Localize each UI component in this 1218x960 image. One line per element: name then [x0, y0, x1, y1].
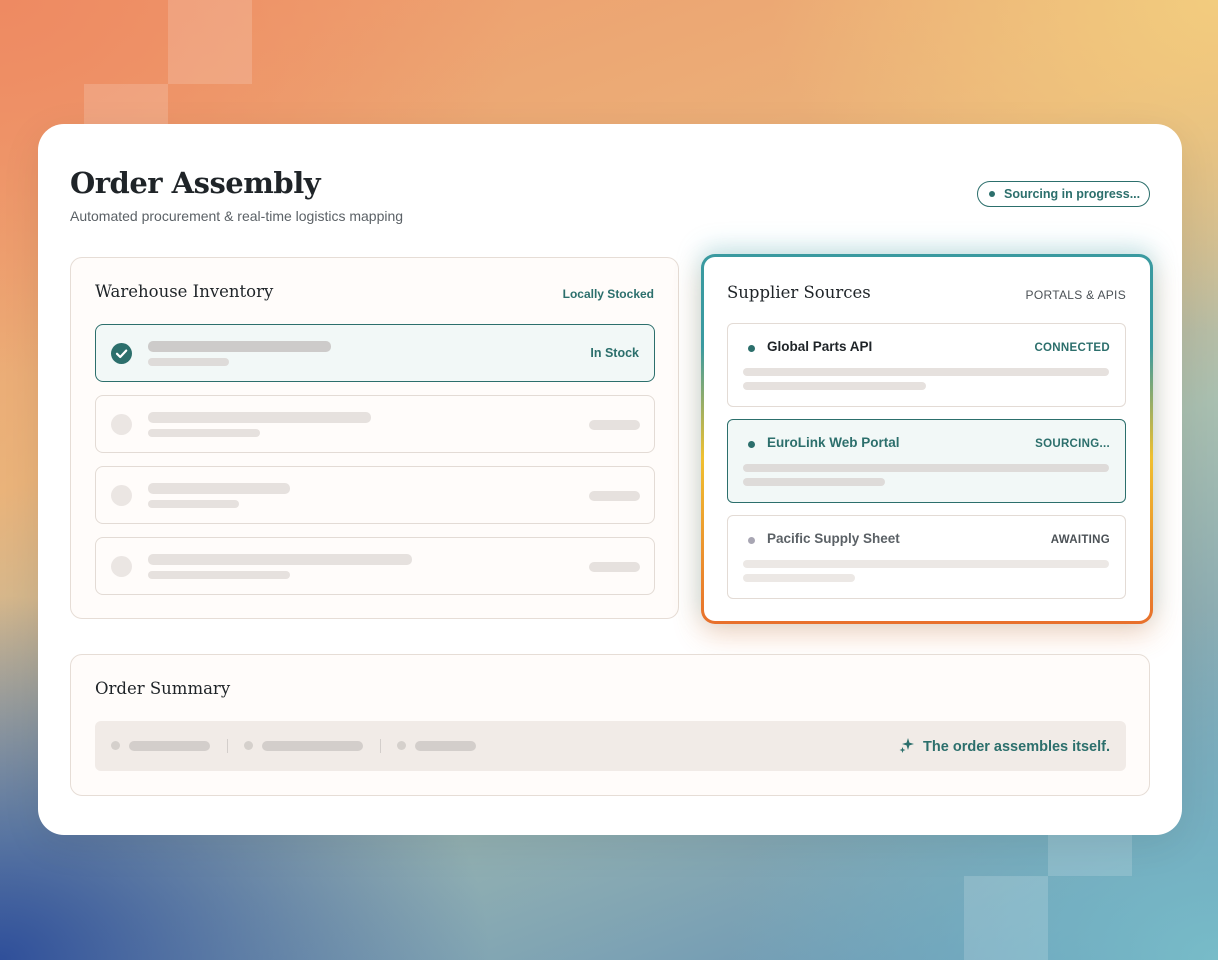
- supplier-detail-placeholder: [743, 368, 1109, 376]
- supplier-detail-placeholder: [743, 464, 1109, 472]
- background-tile: [84, 84, 168, 124]
- supplier-status: SOURCING...: [1035, 438, 1110, 450]
- check-icon: [111, 343, 132, 364]
- warehouse-inventory-panel: Warehouse Inventory Locally Stocked In S…: [70, 257, 679, 619]
- item-status-placeholder: [589, 420, 640, 430]
- order-summary-panel: Order Summary The order assembles itself…: [70, 654, 1150, 796]
- status-dot-icon: [748, 441, 755, 448]
- background-tile: [1048, 835, 1132, 876]
- inventory-item[interactable]: [95, 395, 655, 453]
- assembles-message: The order assembles itself.: [899, 737, 1110, 757]
- summary-divider: [380, 739, 381, 753]
- supplier-detail-placeholder: [743, 382, 926, 390]
- item-name-placeholder: [148, 412, 371, 423]
- item-detail-placeholder: [148, 500, 239, 508]
- supplier-status: AWAITING: [1050, 534, 1110, 546]
- warehouse-inventory-tag: Locally Stocked: [562, 287, 654, 301]
- background-tile: [964, 876, 1048, 960]
- sparkle-icon: [899, 737, 915, 757]
- assembles-message-text: The order assembles itself.: [923, 739, 1110, 755]
- item-detail-placeholder: [148, 358, 229, 366]
- supplier-name: Pacific Supply Sheet: [767, 531, 900, 546]
- order-summary-title: Order Summary: [95, 679, 231, 698]
- status-dot-icon: [748, 537, 755, 544]
- unchecked-icon: [111, 556, 132, 577]
- sourcing-status-label: Sourcing in progress...: [1004, 187, 1141, 201]
- summary-dot: [244, 741, 253, 750]
- page-subtitle: Automated procurement & real-time logist…: [70, 208, 404, 224]
- inventory-item[interactable]: In Stock: [95, 324, 655, 382]
- status-dot-icon: [748, 345, 755, 352]
- supplier-detail-placeholder: [743, 560, 1109, 568]
- in-stock-label: In Stock: [590, 346, 639, 360]
- sourcing-status-badge: Sourcing in progress...: [977, 181, 1150, 207]
- summary-placeholder: [129, 741, 210, 751]
- summary-dot: [397, 741, 406, 750]
- summary-divider: [227, 739, 228, 753]
- supplier-sources-title: Supplier Sources: [727, 283, 871, 302]
- item-name-placeholder: [148, 483, 290, 494]
- item-name-placeholder: [148, 554, 412, 565]
- supplier-name: EuroLink Web Portal: [767, 435, 900, 450]
- unchecked-icon: [111, 485, 132, 506]
- background-tile: [168, 0, 252, 84]
- status-dot-icon: [989, 191, 995, 197]
- supplier-sources-tag: PORTALS & APIS: [1025, 288, 1126, 302]
- supplier-item[interactable]: Global Parts API CONNECTED: [727, 323, 1126, 407]
- item-name-placeholder: [148, 341, 331, 352]
- warehouse-inventory-title: Warehouse Inventory: [95, 282, 274, 301]
- summary-placeholder: [262, 741, 363, 751]
- supplier-sources-panel: Supplier Sources PORTALS & APIS Global P…: [701, 254, 1153, 624]
- summary-placeholder: [415, 741, 476, 751]
- item-status-placeholder: [589, 491, 640, 501]
- supplier-item[interactable]: Pacific Supply Sheet AWAITING: [727, 515, 1126, 599]
- page-title: Order Assembly: [70, 166, 321, 200]
- summary-dot: [111, 741, 120, 750]
- inventory-item[interactable]: [95, 537, 655, 595]
- unchecked-icon: [111, 414, 132, 435]
- supplier-name: Global Parts API: [767, 339, 873, 354]
- supplier-item[interactable]: EuroLink Web Portal SOURCING...: [727, 419, 1126, 503]
- supplier-detail-placeholder: [743, 478, 885, 486]
- item-detail-placeholder: [148, 571, 290, 579]
- order-assembly-card: Order Assembly Automated procurement & r…: [38, 124, 1182, 835]
- order-summary-bar: The order assembles itself.: [95, 721, 1126, 771]
- supplier-detail-placeholder: [743, 574, 855, 582]
- inventory-item[interactable]: [95, 466, 655, 524]
- item-status-placeholder: [589, 562, 640, 572]
- item-detail-placeholder: [148, 429, 260, 437]
- supplier-status: CONNECTED: [1034, 342, 1110, 354]
